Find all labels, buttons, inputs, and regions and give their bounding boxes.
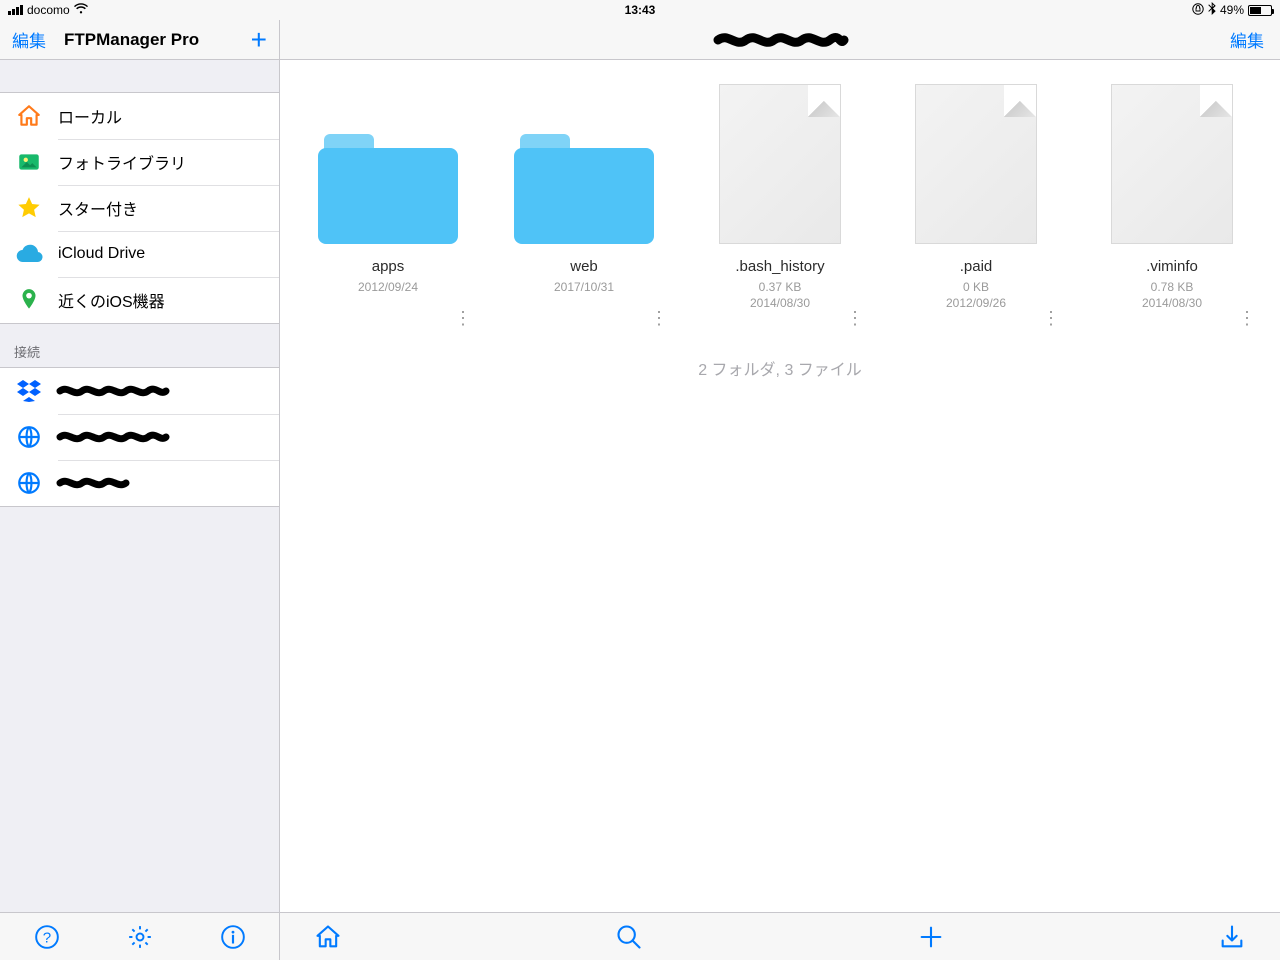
new-button[interactable]: [907, 923, 955, 951]
app-title: FTPManager Pro: [64, 30, 199, 50]
file-tile[interactable]: .viminfo 0.78 KB 2014/08/30 ⋮: [1074, 84, 1270, 344]
main-edit-button[interactable]: 編集: [1230, 27, 1264, 52]
info-button[interactable]: [203, 924, 263, 950]
signal-icon: [8, 5, 23, 15]
file-date: 2014/08/30: [750, 296, 810, 310]
file-date: 2012/09/24: [358, 280, 418, 294]
file-date: 2017/10/31: [554, 280, 614, 294]
sidebar-item-label: スター付き: [58, 196, 138, 220]
battery-icon: [1248, 5, 1272, 16]
redacted-label: [58, 427, 168, 447]
sidebar-item-label: 近くのiOS機器: [58, 288, 165, 312]
search-button[interactable]: [605, 923, 653, 951]
sidebar-section-connections: 接続: [0, 324, 279, 367]
connection-server-1[interactable]: [0, 414, 279, 460]
file-icon: [1111, 84, 1233, 244]
dropbox-icon: [14, 376, 44, 406]
file-name: .paid: [960, 258, 993, 275]
wifi-icon: [74, 3, 88, 17]
sidebar-item-starred[interactable]: スター付き: [0, 185, 279, 231]
file-grid: apps 2012/09/24 ⋮ web 2017/10/31 ⋮ .bash…: [280, 60, 1280, 352]
sidebar-locations: ローカル フォトライブラリ スター付き iCloud Drive 近くのiOS機…: [0, 92, 279, 324]
globe-icon: [14, 422, 44, 452]
sidebar-toolbar: ?: [0, 912, 279, 960]
folder-icon: [318, 134, 458, 244]
file-icon: [719, 84, 841, 244]
help-button[interactable]: ?: [17, 924, 77, 950]
clock: 13:43: [625, 3, 656, 17]
file-icon: [915, 84, 1037, 244]
file-name: web: [570, 258, 598, 275]
file-date: 2012/09/26: [946, 296, 1006, 310]
sidebar-item-photo-library[interactable]: フォトライブラリ: [0, 139, 279, 185]
folder-tile[interactable]: web 2017/10/31 ⋮: [486, 84, 682, 344]
add-connection-button[interactable]: +: [251, 26, 267, 54]
battery-pct: 49%: [1220, 3, 1244, 17]
svg-text:?: ?: [42, 929, 50, 946]
file-tile[interactable]: .paid 0 KB 2012/09/26 ⋮: [878, 84, 1074, 344]
sidebar-edit-button[interactable]: 編集: [12, 27, 46, 52]
home-button[interactable]: [304, 923, 352, 951]
orientation-lock-icon: [1192, 3, 1204, 18]
location-pin-icon: [14, 285, 44, 315]
main-panel: 編集 apps 2012/09/24 ⋮ web 2017/10/31 ⋮ .b…: [280, 20, 1280, 960]
file-name: .bash_history: [735, 258, 824, 275]
connection-server-2[interactable]: [0, 460, 279, 506]
sidebar: 編集 FTPManager Pro + ローカル フォトライブラリ スター付き: [0, 20, 280, 960]
sidebar-connections: [0, 367, 279, 507]
file-date: 2014/08/30: [1142, 296, 1202, 310]
cloud-icon: [14, 239, 44, 269]
more-icon[interactable]: ⋮: [650, 315, 668, 322]
file-tile[interactable]: .bash_history 0.37 KB 2014/08/30 ⋮: [682, 84, 878, 344]
carrier-label: docomo: [27, 3, 70, 17]
folder-summary: 2 フォルダ, 3 ファイル: [280, 356, 1280, 380]
more-icon[interactable]: ⋮: [1042, 315, 1060, 322]
file-size: 0.78 KB: [1151, 280, 1194, 294]
connection-dropbox[interactable]: [0, 368, 279, 414]
path-title-redacted: [715, 28, 845, 52]
file-name: .viminfo: [1146, 258, 1198, 275]
home-icon: [14, 101, 44, 131]
file-name: apps: [372, 258, 405, 275]
redacted-label: [58, 473, 138, 493]
download-button[interactable]: [1208, 923, 1256, 951]
main-toolbar: [280, 912, 1280, 960]
sidebar-item-label: iCloud Drive: [58, 245, 145, 263]
more-icon[interactable]: ⋮: [454, 315, 472, 322]
sidebar-item-nearby[interactable]: 近くのiOS機器: [0, 277, 279, 323]
sidebar-item-label: ローカル: [58, 104, 122, 128]
globe-icon: [14, 468, 44, 498]
star-icon: [14, 193, 44, 223]
folder-tile[interactable]: apps 2012/09/24 ⋮: [290, 84, 486, 344]
photos-icon: [14, 147, 44, 177]
sidebar-header: 編集 FTPManager Pro +: [0, 20, 279, 60]
file-size: 0 KB: [963, 280, 989, 294]
bluetooth-icon: [1208, 2, 1216, 18]
sidebar-item-icloud[interactable]: iCloud Drive: [0, 231, 279, 277]
more-icon[interactable]: ⋮: [846, 315, 864, 322]
redacted-label: [58, 381, 168, 401]
status-bar: docomo 13:43 49%: [0, 0, 1280, 20]
settings-button[interactable]: [110, 924, 170, 950]
sidebar-item-local[interactable]: ローカル: [0, 93, 279, 139]
more-icon[interactable]: ⋮: [1238, 315, 1256, 322]
main-header: 編集: [280, 20, 1280, 60]
sidebar-item-label: フォトライブラリ: [58, 150, 186, 174]
file-size: 0.37 KB: [759, 280, 802, 294]
folder-icon: [514, 134, 654, 244]
